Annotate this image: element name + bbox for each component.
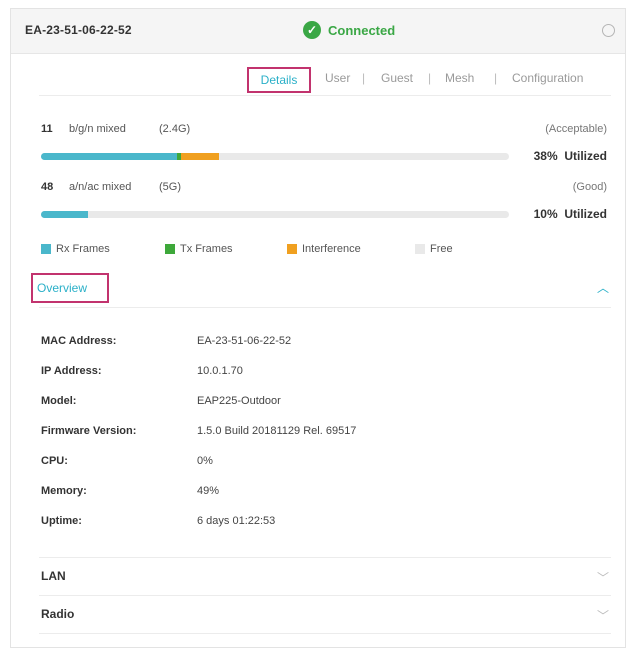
close-icon[interactable] xyxy=(602,24,615,37)
radio-5g-info: 48 a/n/ac mixed (5G) xyxy=(41,181,181,193)
connection-status: ✓ Connected xyxy=(303,21,395,39)
device-name: EA-23-51-06-22-52 xyxy=(25,23,132,37)
utilization-5g: 10% Utilized xyxy=(534,207,607,221)
field-value: 49% xyxy=(197,485,220,497)
radio-channel: 11 xyxy=(41,123,53,135)
divider xyxy=(39,557,611,558)
tab-separator: | xyxy=(494,71,498,85)
legend-tx-frames: Tx Frames xyxy=(165,243,233,255)
field-label: Uptime: xyxy=(41,515,82,527)
legend-interference: Interference xyxy=(287,243,361,255)
legend-label: Free xyxy=(430,243,453,255)
legend-label: Interference xyxy=(302,243,361,255)
field-label: CPU: xyxy=(41,455,68,467)
radio-24g-info: 11 b/g/n mixed (2.4G) xyxy=(41,123,190,135)
field-label: Firmware Version: xyxy=(41,425,137,437)
panel-header: EA-23-51-06-22-52 ✓ Connected xyxy=(11,9,625,54)
legend-label: Rx Frames xyxy=(56,243,110,255)
utilized-label: Utilized xyxy=(564,149,607,163)
legend-rx-frames: Rx Frames xyxy=(41,243,110,255)
radio-mode: a/n/ac mixed xyxy=(69,181,132,193)
tab-separator: | xyxy=(428,71,432,85)
legend-swatch xyxy=(165,244,175,254)
field-value: 1.5.0 Build 20181129 Rel. 69517 xyxy=(197,425,357,437)
field-label: IP Address: xyxy=(41,365,102,377)
tab-user[interactable]: User xyxy=(325,71,350,85)
field-label: MAC Address: xyxy=(41,335,117,347)
section-lan[interactable]: LAN xyxy=(41,569,66,583)
tab-bar: Details User | Guest | Mesh | Configurat… xyxy=(11,67,625,93)
utilization-24g: 38% Utilized xyxy=(534,149,607,163)
field-value: 6 days 01:22:53 xyxy=(197,515,276,527)
tab-configuration[interactable]: Configuration xyxy=(512,71,583,85)
field-value: EA-23-51-06-22-52 xyxy=(197,335,292,347)
interference-segment xyxy=(181,153,219,160)
utilized-label: Utilized xyxy=(564,207,607,221)
radio-quality: (Acceptable) xyxy=(545,123,607,135)
utilization-bar-24g xyxy=(41,153,509,160)
chevron-down-icon[interactable]: ﹀ xyxy=(597,607,609,624)
field-value: 0% xyxy=(197,455,213,467)
overview-section-toggle[interactable]: Overview xyxy=(31,273,109,303)
tab-mesh[interactable]: Mesh xyxy=(445,71,474,85)
rx-frames-segment xyxy=(41,211,88,218)
status-text: Connected xyxy=(328,22,396,38)
divider xyxy=(39,95,611,96)
radio-band: (2.4G) xyxy=(159,123,191,135)
device-detail-panel: EA-23-51-06-22-52 ✓ Connected Details Us… xyxy=(10,8,626,648)
field-value: EAP225-Outdoor xyxy=(197,395,281,407)
divider xyxy=(39,633,611,634)
legend-swatch xyxy=(287,244,297,254)
field-value: 10.0.1.70 xyxy=(197,365,243,377)
field-label: Memory: xyxy=(41,485,87,497)
utilization-percent: 38% xyxy=(533,149,558,163)
utilization-legend: Rx Frames Tx Frames Interference Free xyxy=(41,243,601,259)
radio-band: (5G) xyxy=(159,181,181,193)
legend-swatch xyxy=(415,244,425,254)
tab-separator: | xyxy=(362,71,366,85)
field-label: Model: xyxy=(41,395,77,407)
section-radio[interactable]: Radio xyxy=(41,607,74,621)
utilization-bar-5g xyxy=(41,211,509,218)
tab-details[interactable]: Details xyxy=(247,67,311,93)
radio-mode: b/g/n mixed xyxy=(69,123,126,135)
utilization-percent: 10% xyxy=(533,207,558,221)
tab-guest[interactable]: Guest xyxy=(381,71,413,85)
check-circle-icon: ✓ xyxy=(303,21,321,39)
rx-frames-segment xyxy=(41,153,177,160)
chevron-up-icon[interactable]: ︿ xyxy=(597,279,609,296)
radio-quality: (Good) xyxy=(572,181,607,193)
legend-label: Tx Frames xyxy=(180,243,233,255)
legend-free: Free xyxy=(415,243,453,255)
radio-channel: 48 xyxy=(41,181,54,193)
legend-swatch xyxy=(41,244,51,254)
chevron-down-icon[interactable]: ﹀ xyxy=(597,569,609,586)
divider xyxy=(39,595,611,596)
divider xyxy=(39,307,611,308)
